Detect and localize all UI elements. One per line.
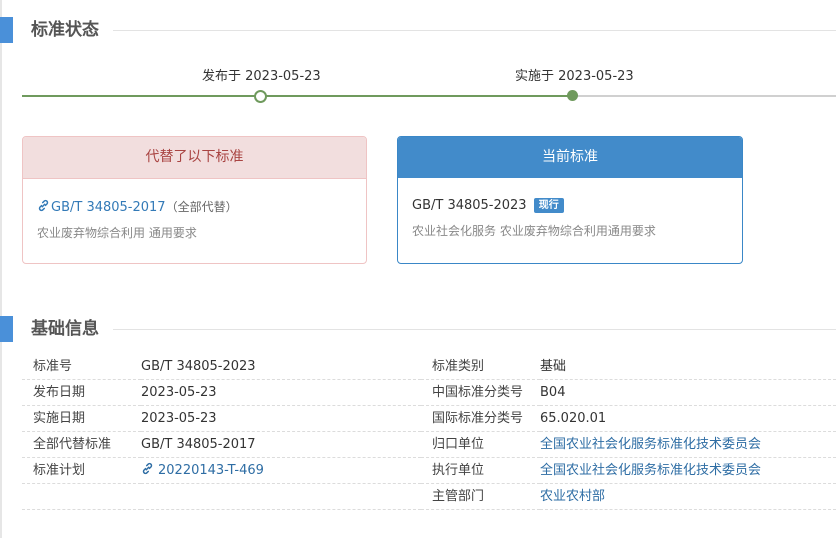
current-card-header: 当前标准 [398,137,742,178]
replaced-card-header: 代替了以下标准 [23,137,366,179]
field-value: 2023-05-23 [141,379,421,406]
field-value: 基础 [540,354,836,380]
field-value: 65.020.01 [540,405,836,432]
timeline-line-remaining [574,95,836,97]
section-divider [113,30,836,31]
status-section-header: 标准状态 [0,17,836,43]
field-value: GB/T 34805-2017 [141,431,421,458]
table-row: 标准计划 20220143-T-469 执行单位 全国农业社会化服务标准化技术委… [22,457,836,484]
timeline-published-dot [254,90,267,103]
field-label [22,483,141,510]
replaced-standard-description: 农业废弃物综合利用 通用要求 [37,226,197,240]
status-badge: 现行 [533,198,564,213]
field-label: 国际标准分类号 [421,405,540,432]
page-left-border [0,0,2,538]
replaced-standards-card: 代替了以下标准 GB/T 34805-2017（全部代替） 农业废弃物综合利用 … [22,136,367,264]
link-icon [38,199,49,212]
standard-plan-link[interactable]: 20220143-T-469 [141,462,264,478]
field-label: 中国标准分类号 [421,379,540,406]
timeline-published-label: 发布于 2023-05-23 [202,69,321,84]
field-value: GB/T 34805-2023 [141,354,421,380]
executing-unit-link[interactable]: 全国农业社会化服务标准化技术委员会 [540,463,761,478]
replaced-standard-link[interactable]: GB/T 34805-2017 [37,199,166,215]
timeline-implemented-label: 实施于 2023-05-23 [515,69,634,84]
section-accent-bar [0,17,13,43]
field-value [141,483,421,510]
table-row: 实施日期 2023-05-23 国际标准分类号 65.020.01 [22,405,836,432]
field-value: 2023-05-23 [141,405,421,432]
table-row: 主管部门 农业农村部 [22,483,836,510]
field-label: 标准计划 [22,457,141,484]
field-label: 执行单位 [421,457,540,484]
field-value: B04 [540,379,836,406]
field-label: 实施日期 [22,405,141,432]
current-standard-code: GB/T 34805-2023 [412,198,527,213]
field-label: 发布日期 [22,379,141,406]
status-section-title: 标准状态 [31,20,99,40]
section-accent-bar [0,316,13,342]
current-standard-card: 当前标准 GB/T 34805-2023 现行 农业社会化服务 农业废弃物综合利… [397,136,743,264]
governing-committee-link[interactable]: 全国农业社会化服务标准化技术委员会 [540,437,761,452]
field-label: 标准号 [22,354,141,380]
field-label: 主管部门 [421,483,540,510]
basic-info-section-title: 基础信息 [31,319,99,339]
link-icon [142,462,153,475]
table-row: 发布日期 2023-05-23 中国标准分类号 B04 [22,379,836,406]
field-label: 标准类别 [421,354,540,380]
field-label: 归口单位 [421,431,540,458]
standard-plan-number: 20220143-T-469 [158,463,264,478]
timeline-implemented-dot [567,90,578,101]
table-row: 标准号 GB/T 34805-2023 标准类别 基础 [22,354,836,380]
replaced-standard-note: （全部代替） [165,200,238,214]
current-standard-description: 农业社会化服务 农业废弃物综合利用通用要求 [412,224,656,238]
basic-info-table: 标准号 GB/T 34805-2023 标准类别 基础 发布日期 2023-05… [22,354,836,510]
supervising-department-link[interactable]: 农业农村部 [540,489,605,504]
replaced-standard-code: GB/T 34805-2017 [51,200,166,215]
timeline-line-elapsed [22,95,574,97]
field-label: 全部代替标准 [22,431,141,458]
basic-info-section-header: 基础信息 [0,316,836,342]
section-divider [113,329,836,330]
table-row: 全部代替标准 GB/T 34805-2017 归口单位 全国农业社会化服务标准化… [22,431,836,458]
